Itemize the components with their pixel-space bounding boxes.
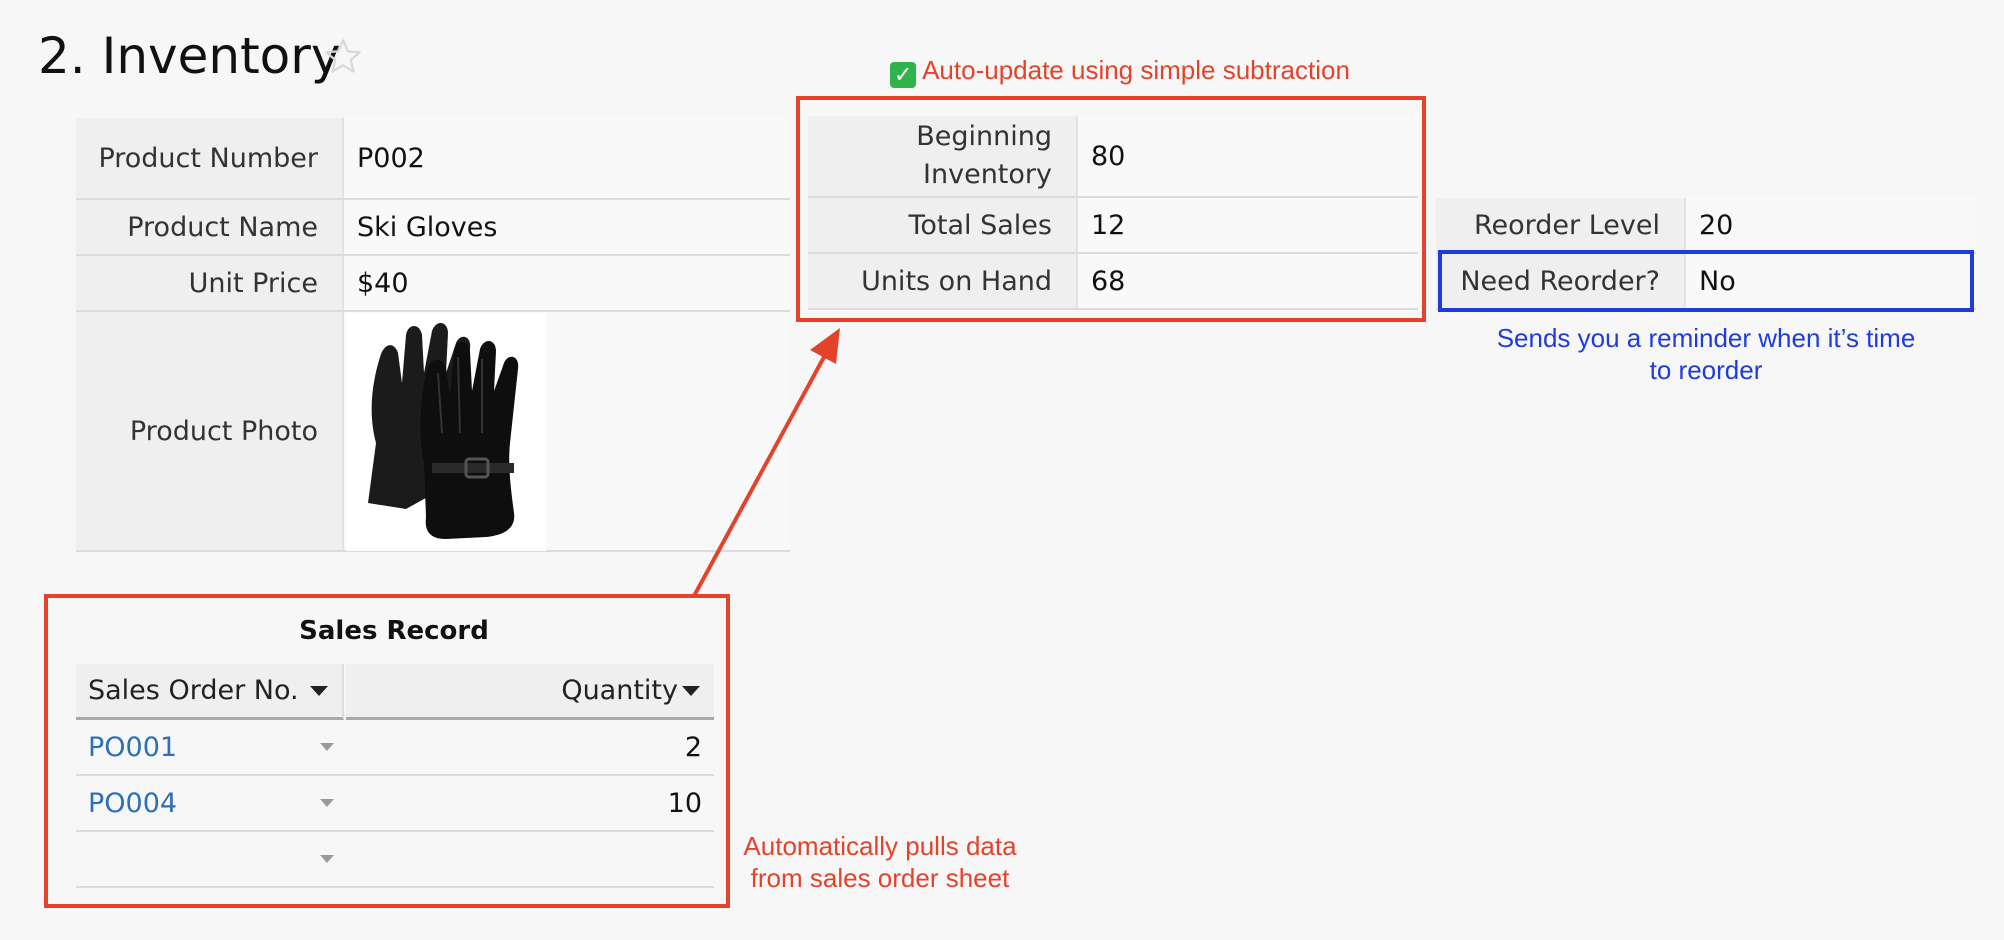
annotation-line: Automatically pulls data [743,831,1017,861]
reorder-level-value[interactable]: 20 [1686,198,1976,252]
field-product-name: Product Name Ski Gloves [76,200,790,256]
annotation-box-inventory [796,96,1426,322]
annotation-reminder: Sends you a reminder when it’s time to r… [1456,322,1956,386]
field-label: Product Number [76,118,344,198]
product-number-value[interactable]: P002 [344,118,790,198]
field-label: Product Photo [76,312,344,550]
unit-price-value[interactable]: $40 [344,256,790,310]
annotation-box-reorder [1438,250,1974,312]
field-label: Reorder Level [1436,198,1686,252]
field-label: Unit Price [76,256,344,310]
field-label: Product Name [76,200,344,254]
annotation-line: from sales order sheet [750,863,1010,893]
product-photo[interactable] [346,313,546,551]
field-product-number: Product Number P002 [76,118,790,200]
field-reorder-level: Reorder Level 20 [1436,198,1976,254]
annotation-arrow [692,328,840,597]
annotation-text: Auto-update using simple subtraction [922,55,1350,85]
product-name-value[interactable]: Ski Gloves [344,200,790,254]
annotation-line: Sends you a reminder when it’s time [1496,323,1916,353]
annotation-line: to reorder [1649,355,1763,385]
annotation-auto-update: ✓ Auto-update using simple subtraction [860,52,1380,88]
check-mark-icon: ✓ [890,62,917,88]
page-title: 2. Inventory [38,27,341,85]
ski-gloves-image [368,322,519,539]
star-outline-icon[interactable] [322,36,364,78]
field-unit-price: Unit Price $40 [76,256,790,312]
annotation-pulls-data: Automatically pulls data from sales orde… [720,830,1040,894]
annotation-box-sales-record [44,594,730,908]
